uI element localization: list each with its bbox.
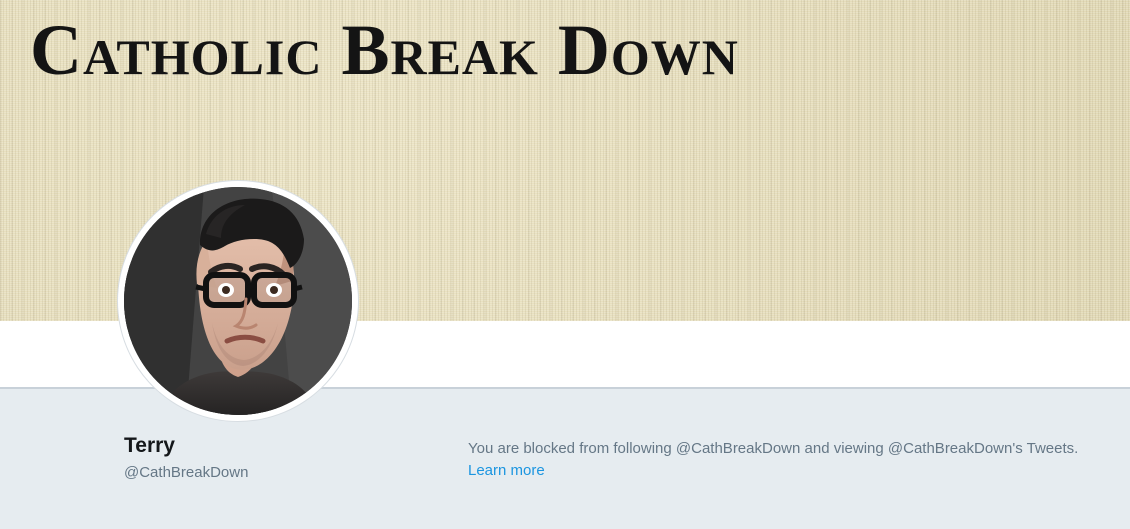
profile-handle: @CathBreakDown — [124, 464, 249, 481]
profile-name: Terry — [124, 434, 175, 457]
avatar-frame[interactable] — [118, 181, 358, 421]
profile-page: Catholic Break Down Terry @CathBreakDown… — [0, 0, 1130, 529]
avatar[interactable] — [124, 187, 352, 415]
blocked-notice: You are blocked from following @CathBrea… — [468, 438, 1123, 482]
banner-title: Catholic Break Down — [30, 10, 739, 90]
learn-more-link[interactable]: Learn more — [468, 460, 545, 482]
blocked-message: You are blocked from following @CathBrea… — [468, 440, 1079, 457]
profile-photo-icon — [124, 187, 352, 415]
